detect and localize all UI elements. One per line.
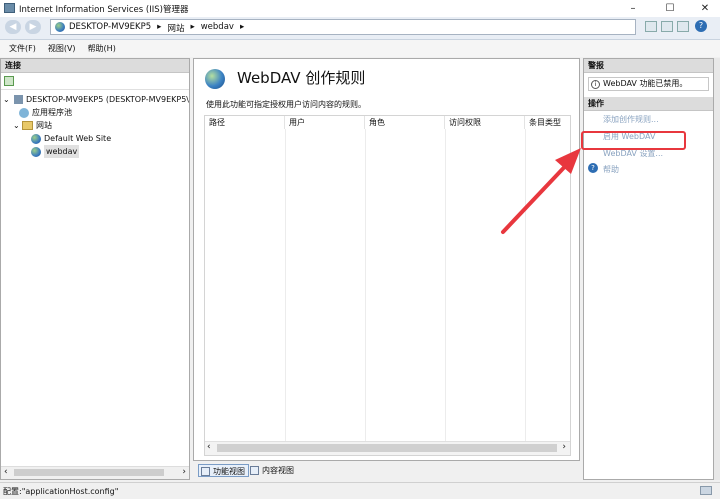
column-divider	[445, 129, 446, 441]
scroll-right-icon[interactable]: ›	[562, 442, 566, 452]
sites-folder-icon	[22, 121, 33, 130]
forward-button[interactable]: ▶	[25, 20, 41, 34]
breadcrumb: DESKTOP-MV9EKP5 ▸ 网站 ▸ webdav ▸	[69, 22, 244, 34]
expand-icon[interactable]: ⌄	[13, 119, 20, 132]
webdav-globe-icon	[205, 69, 225, 89]
crumb-separator: ▸	[239, 22, 245, 32]
back-button[interactable]: ◀	[5, 20, 21, 34]
scroll-left-icon[interactable]: ‹	[4, 467, 8, 477]
title-bar: Internet Information Services (IIS)管理器 –…	[0, 0, 720, 17]
window-title: Internet Information Services (IIS)管理器	[19, 5, 189, 15]
tree-label-default-site: Default Web Site	[44, 134, 112, 143]
add-authoring-rule-link[interactable]: 添加创作规则...	[603, 114, 659, 125]
tree-item-sites[interactable]: ⌄ 网站	[3, 119, 189, 132]
expand-icon[interactable]: ⌄	[3, 93, 11, 106]
page-description: 使用此功能可指定授权用户访问内容的规则。	[206, 100, 366, 109]
iis-app-icon	[4, 3, 15, 13]
menu-help[interactable]: 帮助(H)	[88, 43, 116, 54]
alert-message: i WebDAV 功能已禁用。	[588, 77, 709, 91]
maximize-button[interactable]: ☐	[655, 0, 685, 17]
column-header-users[interactable]: 用户	[285, 116, 365, 129]
connect-icon[interactable]	[4, 76, 14, 86]
minimize-button[interactable]: –	[618, 0, 648, 17]
column-divider	[365, 129, 366, 441]
connections-toolbar	[1, 73, 189, 90]
mail-icon[interactable]	[661, 21, 673, 32]
tab-features-label: 功能视图	[213, 467, 245, 476]
globe-icon	[31, 133, 41, 144]
status-network-icon	[700, 486, 712, 495]
column-divider	[285, 129, 286, 441]
scroll-left-icon[interactable]: ‹	[207, 442, 211, 452]
actions-pane: 警报 i WebDAV 功能已禁用。 操作 添加创作规则... 启用 WebDA…	[583, 58, 714, 480]
view-tabs: 功能视图 内容视图	[193, 463, 580, 479]
column-header-access[interactable]: 访问权限	[445, 116, 525, 129]
server-icon	[13, 95, 23, 104]
scroll-right-icon[interactable]: ›	[182, 467, 186, 477]
network-icon[interactable]	[645, 21, 657, 32]
help-link[interactable]: 帮助	[603, 164, 619, 175]
column-header-roles[interactable]: 角色	[365, 116, 445, 129]
tab-content-view[interactable]: 内容视图	[248, 464, 297, 477]
scroll-thumb[interactable]	[217, 444, 557, 452]
refresh-icon[interactable]	[677, 21, 689, 32]
crumb-separator: ▸	[190, 22, 195, 32]
address-bar: ◀ ▶ DESKTOP-MV9EKP5 ▸ 网站 ▸ webdav ▸ ?	[0, 17, 720, 40]
crumb-webdav[interactable]: webdav	[201, 22, 234, 34]
close-button[interactable]: ✕	[690, 0, 720, 17]
arrow-shaft	[501, 156, 575, 234]
column-header-path[interactable]: 路径	[205, 116, 285, 129]
menu-bar: 文件(F) 视图(V) 帮助(H)	[0, 40, 720, 57]
app-pool-icon	[19, 107, 29, 118]
status-text: 配置:"applicationHost.config"	[3, 487, 119, 496]
tree-item-server[interactable]: ⌄ DESKTOP-MV9EKP5 (DESKTOP-MV9EKP5\	[3, 93, 189, 106]
crumb-sites[interactable]: 网站	[167, 22, 184, 34]
tree-label-sites: 网站	[36, 121, 52, 130]
annotation-arrow	[501, 148, 581, 234]
grid-hscrollbar[interactable]: ‹ ›	[205, 441, 570, 455]
globe-icon	[31, 146, 41, 157]
page-title: WebDAV 创作规则	[237, 69, 366, 87]
menu-view[interactable]: 视图(V)	[48, 43, 76, 54]
alerts-header: 警报	[584, 59, 713, 73]
column-header-entry-type[interactable]: 条目类型	[525, 116, 570, 129]
info-icon: i	[591, 79, 600, 89]
connections-pane: 连接 ⌄ DESKTOP-MV9EKP5 (DESKTOP-MV9EKP5\ 应…	[0, 58, 190, 480]
crumb-separator: ▸	[157, 22, 162, 32]
tree-item-webdav[interactable]: webdav	[3, 145, 189, 158]
highlight-box	[581, 131, 686, 150]
menu-file[interactable]: 文件(F)	[9, 43, 36, 54]
tree-label-webdav: webdav	[44, 145, 80, 158]
tree-label-server: DESKTOP-MV9EKP5 (DESKTOP-MV9EKP5\	[26, 95, 189, 104]
window-vscrollbar[interactable]	[714, 58, 720, 480]
tree-item-default-site[interactable]: Default Web Site	[3, 132, 189, 145]
actions-header: 操作	[584, 97, 713, 111]
status-bar: 配置:"applicationHost.config"	[0, 482, 720, 499]
help-menu-icon[interactable]: ?	[695, 20, 707, 32]
content-view-icon	[250, 466, 259, 475]
left-hscrollbar[interactable]: ‹ ›	[1, 466, 189, 479]
crumb-server[interactable]: DESKTOP-MV9EKP5	[69, 22, 151, 34]
address-field[interactable]: DESKTOP-MV9EKP5 ▸ 网站 ▸ webdav ▸	[50, 19, 636, 35]
features-view-icon	[201, 467, 210, 476]
feature-pane: WebDAV 创作规则 使用此功能可指定授权用户访问内容的规则。 路径 用户 角…	[193, 58, 580, 461]
globe-icon	[55, 22, 65, 32]
tree-item-app-pools[interactable]: 应用程序池	[3, 106, 189, 119]
tab-features-view[interactable]: 功能视图	[198, 464, 249, 477]
scroll-thumb[interactable]	[14, 469, 164, 476]
alert-text: WebDAV 功能已禁用。	[603, 79, 688, 88]
tab-content-label: 内容视图	[262, 466, 294, 475]
tree-label-app-pools: 应用程序池	[32, 108, 72, 117]
connections-header: 连接	[1, 59, 189, 73]
